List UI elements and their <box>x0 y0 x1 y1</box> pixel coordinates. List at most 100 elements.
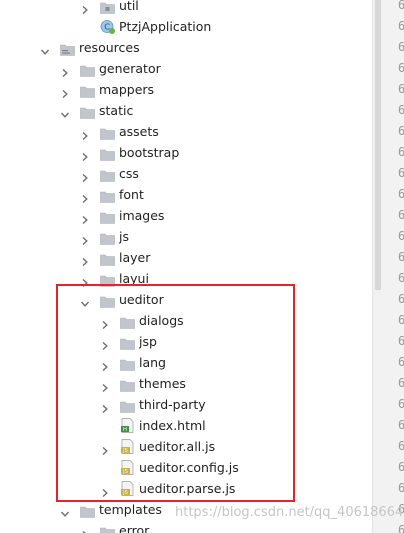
tree-item-label: font <box>119 187 144 202</box>
gutter-line-number: 6 <box>398 289 404 310</box>
chevron-down-icon[interactable] <box>60 504 70 517</box>
gutter-line-number: 6 <box>398 226 404 247</box>
gutter-line-number: 6 <box>398 16 404 37</box>
chevron-right-icon[interactable] <box>80 252 90 267</box>
chevron-right-icon[interactable] <box>100 357 110 372</box>
folder-icon <box>100 125 115 140</box>
folder-icon <box>100 251 115 266</box>
folder-icon <box>100 230 115 245</box>
chevron-right-icon[interactable] <box>80 273 90 288</box>
gutter-line-number: 6 <box>398 394 404 415</box>
chevron-right-icon[interactable] <box>80 231 90 246</box>
folder-icon <box>120 356 135 371</box>
tree-item-label: third-party <box>139 397 206 412</box>
tree-item-images[interactable]: images <box>0 205 370 226</box>
project-tree: util C PtzjApplication resources generator ma… <box>0 0 370 533</box>
tree-item-label: assets <box>119 124 159 139</box>
folder-icon <box>100 146 115 161</box>
chevron-right-icon[interactable] <box>80 525 90 533</box>
tree-item-js[interactable]: js <box>0 226 370 247</box>
tree-item-label: bootstrap <box>119 145 180 160</box>
chevron-right-icon[interactable] <box>80 168 90 183</box>
folder-icon <box>100 524 115 533</box>
tree-item-generator[interactable]: generator <box>0 58 370 79</box>
tree-item-ptzjapplication[interactable]: C PtzjApplication <box>0 16 370 37</box>
chevron-right-icon[interactable] <box>80 0 90 15</box>
tree-item-resources[interactable]: resources <box>0 37 370 58</box>
tree-item-label: layer <box>119 250 151 265</box>
tree-item-layer[interactable]: layer <box>0 247 370 268</box>
chevron-right-icon[interactable] <box>100 315 110 330</box>
chevron-right-icon[interactable] <box>100 483 110 498</box>
chevron-right-icon[interactable] <box>100 336 110 351</box>
gutter-line-number: 6 <box>398 499 404 520</box>
tree-item-label: util <box>119 0 139 13</box>
gutter-line-number: 6 <box>398 331 404 352</box>
chevron-right-icon[interactable] <box>60 84 70 99</box>
tree-item-css[interactable]: css <box>0 163 370 184</box>
tree-item-themes[interactable]: themes <box>0 373 370 394</box>
js-file-icon: JS <box>120 481 135 496</box>
folder-icon <box>120 335 135 350</box>
tree-item-layui[interactable]: layui <box>0 268 370 289</box>
tree-item-label: ueditor.config.js <box>139 460 239 475</box>
folder-icon <box>100 188 115 203</box>
editor-gutter: 66666666666666666666666666 <box>372 0 404 533</box>
chevron-right-icon[interactable] <box>80 210 90 225</box>
tree-item-error[interactable]: error <box>0 520 370 533</box>
tree-item-lang[interactable]: lang <box>0 352 370 373</box>
chevron-right-icon[interactable] <box>100 441 110 456</box>
folder-icon <box>120 314 135 329</box>
tree-item-ueditor[interactable]: ueditor <box>0 289 370 310</box>
gutter-line-number: 6 <box>398 142 404 163</box>
tree-item-label: lang <box>139 355 166 370</box>
spring-class-icon: C <box>100 19 115 34</box>
tree-item-label: ueditor.all.js <box>139 439 216 454</box>
chevron-down-icon[interactable] <box>40 42 50 55</box>
tree-item-label: index.html <box>139 418 206 433</box>
chevron-right-icon[interactable] <box>80 147 90 162</box>
tree-item-static[interactable]: static <box>0 100 370 121</box>
chevron-down-icon[interactable] <box>80 294 90 307</box>
tree-item-ueditor-all-js[interactable]: JS ueditor.all.js <box>0 436 370 457</box>
folder-icon <box>120 377 135 392</box>
tree-item-label: PtzjApplication <box>119 19 212 34</box>
folder-icon <box>100 209 115 224</box>
scrollbar-thumb[interactable] <box>375 0 381 290</box>
tree-item-label: mappers <box>99 82 155 97</box>
tree-item-util[interactable]: util <box>0 0 370 16</box>
tree-item-ueditor-parse-js[interactable]: JS ueditor.parse.js <box>0 478 370 499</box>
gutter-line-number: 6 <box>398 268 404 289</box>
chevron-right-icon[interactable] <box>80 126 90 141</box>
gutter-line-number: 6 <box>398 247 404 268</box>
folder-icon <box>80 503 95 518</box>
tree-item-label: static <box>99 103 134 118</box>
tree-item-jsp[interactable]: jsp <box>0 331 370 352</box>
chevron-down-icon[interactable] <box>60 105 70 118</box>
tree-item-label: images <box>119 208 165 223</box>
chevron-right-icon[interactable] <box>100 399 110 414</box>
tree-item-dialogs[interactable]: dialogs <box>0 310 370 331</box>
chevron-right-icon[interactable] <box>80 189 90 204</box>
folder-icon <box>80 83 95 98</box>
tree-item-font[interactable]: font <box>0 184 370 205</box>
tree-item-third-party[interactable]: third-party <box>0 394 370 415</box>
gutter-line-number: 6 <box>398 79 404 100</box>
chevron-right-icon[interactable] <box>60 63 70 78</box>
tree-item-assets[interactable]: assets <box>0 121 370 142</box>
tree-item-index-html[interactable]: Hindex.html <box>0 415 370 436</box>
tree-item-ueditor-config-js[interactable]: JS ueditor.config.js <box>0 457 370 478</box>
tree-item-label: themes <box>139 376 186 391</box>
folder-icon <box>80 104 95 119</box>
tree-item-templates[interactable]: templates <box>0 499 370 520</box>
gutter-line-number: 6 <box>398 310 404 331</box>
tree-item-mappers[interactable]: mappers <box>0 79 370 100</box>
tree-item-label: ueditor <box>119 292 164 307</box>
gutter-line-number: 6 <box>398 457 404 478</box>
gutter-line-number: 6 <box>398 436 404 457</box>
chevron-right-icon[interactable] <box>100 378 110 393</box>
gutter-line-number: 6 <box>398 415 404 436</box>
tree-item-bootstrap[interactable]: bootstrap <box>0 142 370 163</box>
tree-item-label: css <box>119 166 139 181</box>
svg-text:JS: JS <box>122 469 128 475</box>
